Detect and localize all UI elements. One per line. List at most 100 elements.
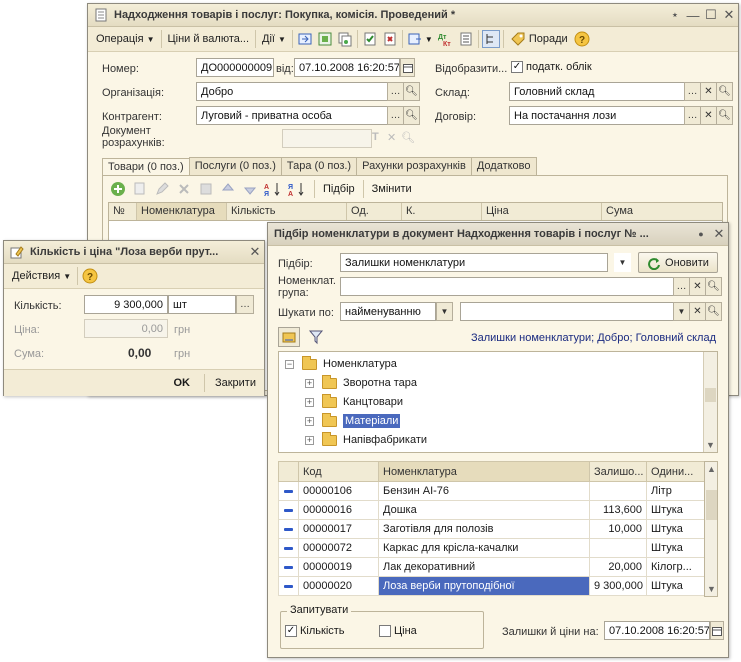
list-col-unit[interactable]: Одини... <box>646 461 705 482</box>
number-field[interactable]: ДО000000009 <box>196 58 274 77</box>
tax-accounting-check[interactable]: ✓ <box>511 61 523 73</box>
pin-icon[interactable]: ● <box>692 225 710 243</box>
report-icon[interactable] <box>457 30 475 48</box>
qty-dialog-close-button[interactable]: ✕ <box>246 243 264 261</box>
create-based-icon[interactable] <box>406 30 424 48</box>
close-button[interactable]: ✕ <box>720 6 738 24</box>
organization-field[interactable]: Добро <box>196 82 388 101</box>
actions-dropdown[interactable]: Действия ▼ <box>8 266 75 286</box>
warehouse-clear-icon[interactable]: ✕ <box>700 82 717 101</box>
sort-desc-icon[interactable]: ЯА <box>288 181 306 197</box>
unpost-icon[interactable] <box>381 30 399 48</box>
col-unit[interactable]: Од. <box>347 203 402 220</box>
search-icon[interactable]: 🔍︎ <box>705 302 722 321</box>
rests-calendar-button[interactable] <box>710 621 724 640</box>
warehouse-search-icon[interactable]: 🔍︎ <box>716 82 733 101</box>
tips-button[interactable]: Поради <box>506 29 572 49</box>
filter-icon[interactable] <box>308 329 324 348</box>
tree-item-stationery[interactable]: + Канцтовари <box>305 393 403 411</box>
help-icon[interactable]: ? <box>573 30 591 48</box>
tab-containers[interactable]: Тара (0 поз.) <box>280 157 358 175</box>
minimize-button[interactable]: — <box>684 6 702 24</box>
warehouse-field[interactable]: Головний склад <box>509 82 685 101</box>
warehouse-select-button[interactable]: … <box>684 82 701 101</box>
organization-search-icon[interactable]: 🔍︎ <box>403 82 420 101</box>
unit-select-button[interactable]: … <box>236 295 254 314</box>
options-icon[interactable]: ⋆ <box>666 6 684 24</box>
actions-menu[interactable]: Дії ▼ <box>258 29 290 49</box>
contract-clear-icon[interactable]: ✕ <box>700 106 717 125</box>
col-quantity[interactable]: Кількість <box>227 203 347 220</box>
delete-icon[interactable] <box>176 181 192 197</box>
table-row[interactable]: 00000106 Бензин АІ-76 Літр <box>278 481 705 501</box>
selection-type-dropdown[interactable]: ▼ <box>614 253 631 272</box>
ask-price-checkbox[interactable]: Ціна <box>379 625 417 637</box>
selection-close-button[interactable]: ✕ <box>710 225 728 243</box>
goto-icon[interactable] <box>296 30 314 48</box>
ask-quantity-check[interactable]: ✓ <box>285 625 297 637</box>
post-icon[interactable] <box>361 30 379 48</box>
expand-icon[interactable]: + <box>305 416 314 426</box>
col-nomenclature[interactable]: Номенклатура <box>137 203 227 220</box>
view-toggle-icon[interactable] <box>278 327 300 347</box>
search-by-dropdown[interactable]: ▼ <box>436 302 453 321</box>
ask-price-check[interactable] <box>379 625 391 637</box>
end-edit-icon[interactable] <box>198 181 214 197</box>
chevron-down-icon[interactable]: ▼ <box>425 35 433 44</box>
operation-menu[interactable]: Операція ▼ <box>92 29 159 49</box>
copy-icon[interactable] <box>336 30 354 48</box>
table-row[interactable]: 00000019 Лак декоративний 20,000 Кілогр.… <box>278 557 705 577</box>
move-up-icon[interactable] <box>220 181 236 197</box>
sort-asc-icon[interactable]: АЯ <box>264 181 282 197</box>
list-scrollbar[interactable]: ▲ ▼ <box>704 461 718 597</box>
col-coef[interactable]: К. <box>402 203 482 220</box>
structure-icon[interactable] <box>316 30 334 48</box>
date-field[interactable]: 07.10.2008 16:20:57 <box>294 58 400 77</box>
tree-scrollbar[interactable]: ▼ <box>703 352 717 452</box>
organization-select-button[interactable]: … <box>387 82 404 101</box>
unit-field[interactable]: шт <box>168 295 236 314</box>
search-input[interactable] <box>460 302 674 321</box>
search-by-select[interactable]: найменуванню <box>340 302 436 321</box>
add-icon[interactable] <box>110 181 126 197</box>
tab-additional[interactable]: Додатково <box>470 157 537 175</box>
scroll-down-icon[interactable]: ▼ <box>707 584 716 594</box>
tax-accounting-checkbox[interactable]: ✓ податк. облік <box>511 61 592 73</box>
scroll-down-icon[interactable]: ▼ <box>706 440 715 450</box>
edit-icon[interactable] <box>154 181 170 197</box>
selection-type-select[interactable]: Залишки номенклатури <box>340 253 608 272</box>
group-search-icon[interactable]: 🔍︎ <box>705 277 722 296</box>
list-col-name[interactable]: Номенклатура <box>378 461 590 482</box>
contract-select-button[interactable]: … <box>684 106 701 125</box>
tree-scroll-thumb[interactable] <box>705 388 716 402</box>
list-col-rest[interactable]: Залишо... <box>589 461 647 482</box>
tab-goods[interactable]: Товари (0 поз.) <box>102 158 190 176</box>
selection-button[interactable]: Підбір <box>323 183 355 195</box>
info-link[interactable]: Залишки номенклатури; Добро; Головний ск… <box>471 332 716 344</box>
table-row[interactable]: 00000017 Заготівля для полозів 10,000 Шт… <box>278 519 705 539</box>
col-sum[interactable]: Сума <box>602 203 722 220</box>
table-row[interactable]: 00000016 Дошка 113,600 Штука <box>278 500 705 520</box>
copy-row-icon[interactable] <box>132 181 148 197</box>
list-col-code[interactable]: Код <box>298 461 379 482</box>
search-dropdown[interactable]: ▼ <box>673 302 690 321</box>
expand-icon[interactable]: + <box>305 435 314 445</box>
collapse-icon[interactable]: − <box>285 359 294 369</box>
scroll-up-icon[interactable]: ▲ <box>707 464 716 474</box>
close-dialog-button[interactable]: Закрити <box>215 377 256 389</box>
quantity-field[interactable]: 9 300,000 <box>84 295 168 314</box>
refresh-button[interactable]: Оновити <box>638 252 718 273</box>
group-field[interactable] <box>340 277 674 296</box>
expand-icon[interactable]: + <box>305 378 314 388</box>
hierarchy-icon[interactable] <box>481 30 500 48</box>
group-select-button[interactable]: … <box>673 277 690 296</box>
debit-credit-icon[interactable]: Дт Кт <box>437 30 455 48</box>
move-down-icon[interactable] <box>242 181 258 197</box>
search-clear-icon[interactable]: ✕ <box>689 302 706 321</box>
contractor-field[interactable]: Луговий - приватна особа <box>196 106 388 125</box>
table-row[interactable]: 00000020 Лоза верби прутоподібної 9 300,… <box>278 576 705 596</box>
group-clear-icon[interactable]: ✕ <box>689 277 706 296</box>
contractor-search-icon[interactable]: 🔍︎ <box>403 106 420 125</box>
contract-field[interactable]: На постачання лози <box>509 106 685 125</box>
contractor-select-button[interactable]: … <box>387 106 404 125</box>
